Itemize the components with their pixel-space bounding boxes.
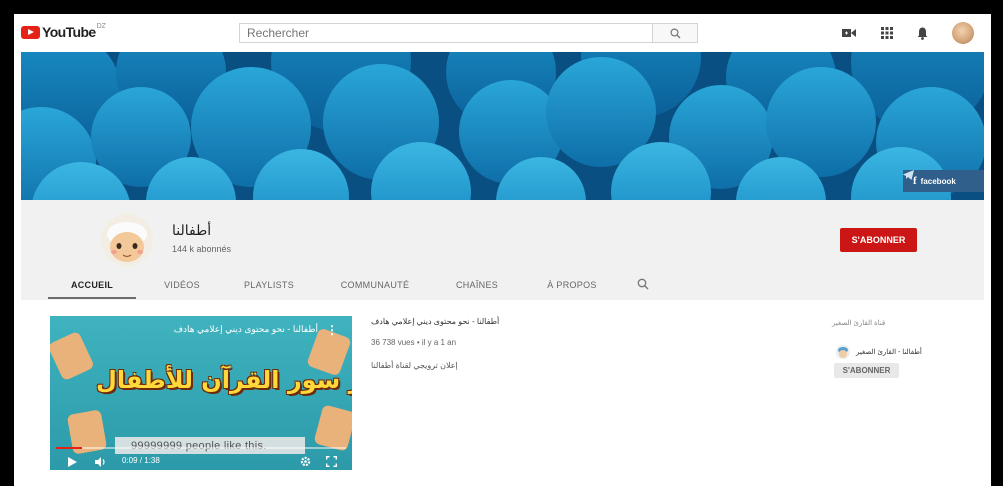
featured-channels-header: قناة القارئ الصغير (832, 320, 886, 327)
channel-header: أطفالنا 144 k abonnés S'ABONNER ACCUEIL … (21, 200, 984, 300)
volume-icon[interactable] (95, 457, 107, 467)
featured-channel-item[interactable]: أطفالنا - القارئ الصغير (836, 345, 922, 359)
more-options-icon[interactable]: ⋮ (326, 323, 338, 337)
video-meta: 36 738 vues • il y a 1 an (371, 338, 457, 347)
channel-avatar[interactable] (101, 214, 153, 266)
search-input[interactable] (247, 26, 652, 40)
facebook-link[interactable]: f facebook (913, 175, 956, 187)
settings-gear-icon[interactable] (300, 456, 311, 467)
tab-a-propos[interactable]: À PROPOS (534, 272, 610, 298)
play-icon[interactable] (68, 457, 77, 467)
tab-chaines[interactable]: CHAÎNES (444, 272, 510, 298)
apps-grid-icon[interactable] (880, 26, 894, 40)
subscriber-count: 144 k abonnés (172, 244, 232, 254)
channel-name: أطفالنا (172, 222, 212, 238)
cloud-art (21, 52, 984, 200)
video-title[interactable]: أطفالنا - نحو محتوى ديني إعلامي هادف (371, 317, 499, 326)
home-content: أطفالنا - نحو محتوى ديني إعلامي هادف ⋮ ت… (21, 300, 984, 486)
notifications-bell-icon[interactable] (915, 26, 929, 40)
region-code: DZ (96, 22, 106, 30)
social-links: f facebook (903, 170, 984, 192)
featured-video-player[interactable]: أطفالنا - نحو محتوى ديني إعلامي هادف ⋮ ت… (50, 316, 352, 470)
video-caption: 99999999 people like this. (115, 437, 305, 454)
tab-accueil[interactable]: ACCUEIL (48, 272, 136, 299)
player-title[interactable]: أطفالنا - نحو محتوى ديني إعلامي هادف (174, 324, 318, 335)
search-icon (637, 278, 649, 290)
featured-channel-avatar (836, 345, 850, 359)
subscribe-button[interactable]: S'ABONNER (840, 228, 917, 252)
upload-video-icon[interactable] (842, 26, 856, 40)
channel-search-button[interactable] (637, 277, 649, 295)
video-description: إعلان ترويجي لقناة أطفالنا (371, 361, 458, 370)
page-frame: YouTube DZ Rechercher f facebook أطفالنا… (14, 14, 991, 486)
player-controls: 0:09 / 1:38 (50, 454, 352, 470)
fullscreen-icon[interactable] (326, 456, 337, 467)
child-face-icon (101, 214, 153, 266)
thumbs-up-art (313, 404, 352, 452)
featured-channel-subscribe-button[interactable]: S'ABONNER (834, 363, 899, 378)
channel-banner: f facebook (21, 52, 984, 200)
masthead: YouTube DZ (14, 14, 991, 51)
account-avatar[interactable] (952, 22, 974, 44)
progress-fill (56, 447, 83, 449)
facebook-label: facebook (920, 176, 956, 186)
youtube-play-icon (21, 25, 40, 39)
telegram-icon[interactable] (903, 170, 914, 180)
tab-videos[interactable]: VIDÉOS (152, 272, 212, 298)
featured-channel-name: أطفالنا - القارئ الصغير (856, 349, 922, 356)
search-box (239, 23, 652, 43)
tab-playlists[interactable]: PLAYLISTS (234, 272, 304, 298)
progress-bar[interactable] (56, 447, 346, 449)
youtube-logo[interactable]: YouTube DZ (21, 22, 106, 40)
tab-communaute[interactable]: COMMUNAUTÉ (330, 272, 420, 298)
player-art-text: تفسير سور القرآن للأطفال (96, 366, 352, 394)
search-button[interactable] (652, 23, 698, 43)
search-icon (669, 27, 680, 38)
thumbs-up-art (50, 330, 95, 382)
logo-text: YouTube (42, 24, 96, 40)
video-time: 0:09 / 1:38 (122, 456, 160, 465)
